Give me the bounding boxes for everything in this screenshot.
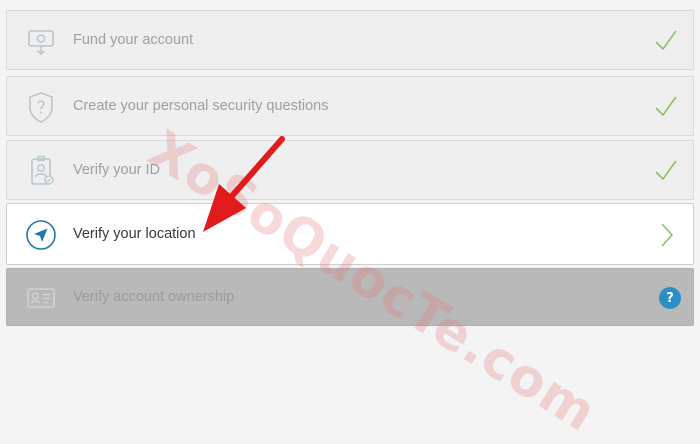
step-verify-id[interactable]: Verify your ID (6, 140, 694, 200)
step-label: Verify your ID (73, 162, 161, 178)
verification-steps-list: Fund your account Create your personal s… (0, 0, 700, 329)
step-label: Verify account ownership (73, 289, 235, 305)
money-icon (23, 23, 59, 59)
shield-question-icon (23, 89, 59, 125)
help-button[interactable]: ? (659, 287, 681, 309)
checkmark-icon (653, 27, 679, 55)
id-badge-icon (23, 153, 59, 189)
checkmark-icon (653, 93, 679, 121)
step-security-questions[interactable]: Create your personal security questions (6, 76, 694, 136)
chevron-right-icon (653, 221, 679, 249)
step-verify-ownership[interactable]: Verify account ownership ? (6, 268, 694, 326)
step-label: Verify your location (73, 226, 196, 242)
location-arrow-icon (23, 217, 59, 253)
step-label: Create your personal security questions (73, 98, 329, 114)
checkmark-icon (653, 157, 679, 185)
step-fund-account[interactable]: Fund your account (6, 10, 694, 70)
step-label: Fund your account (73, 32, 194, 48)
id-card-icon (23, 280, 59, 316)
step-verify-location[interactable]: Verify your location (6, 203, 694, 265)
